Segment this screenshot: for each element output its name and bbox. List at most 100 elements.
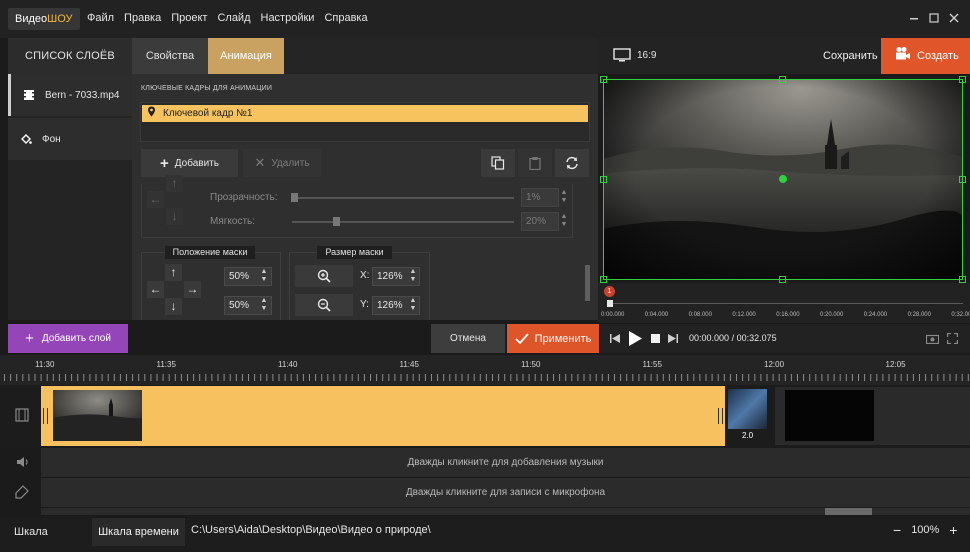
- timeline-tick: [126, 374, 127, 381]
- arrow-up-icon[interactable]: ↑: [166, 175, 183, 192]
- resize-handle-bl[interactable]: [600, 276, 607, 283]
- preview-time-tick: 0:08.000: [688, 312, 712, 318]
- tab-time-scale[interactable]: Шкала времени: [92, 518, 185, 546]
- aspect-ratio-button[interactable]: 16:9: [613, 48, 656, 62]
- preview-progress-track[interactable]: [608, 303, 963, 304]
- keyframe-marker[interactable]: 1: [604, 286, 615, 297]
- add-keyframe-button[interactable]: + Добавить: [141, 149, 238, 177]
- arrow-left-icon[interactable]: ←: [147, 281, 164, 298]
- minimize-icon[interactable]: [906, 10, 922, 26]
- film-icon: [23, 89, 35, 101]
- microphone-track[interactable]: Дважды кликните для записи с микрофона: [41, 478, 970, 507]
- timeline-tick: [22, 374, 24, 381]
- apply-label: Применить: [534, 332, 592, 345]
- zoom-in-button[interactable]: [295, 265, 353, 287]
- play-icon[interactable]: [628, 331, 642, 346]
- menu-edit[interactable]: Правка: [124, 12, 161, 24]
- timeline-tick: [931, 374, 933, 381]
- layer-label: Bern - 7033.mp4: [45, 89, 120, 101]
- opacity-spinner[interactable]: ▲ ▼: [560, 189, 568, 205]
- softness-spinner[interactable]: ▲ ▼: [560, 213, 568, 229]
- project-path: C:\Users\Aida\Desktop\Видео\Видео о прир…: [191, 524, 431, 536]
- timeline-tick: [839, 374, 841, 381]
- menu-help[interactable]: Справка: [324, 12, 367, 24]
- arrow-left-icon[interactable]: ←: [147, 191, 164, 208]
- mask-position-x-spinner[interactable]: ▲ ▼: [260, 268, 268, 284]
- zoom-out-button[interactable]: −: [893, 522, 901, 538]
- timeline-tick: [668, 374, 670, 381]
- timeline-tick: [16, 374, 18, 381]
- skip-back-icon[interactable]: [610, 333, 621, 344]
- timeline-tick: [778, 374, 780, 381]
- close-icon[interactable]: [946, 10, 962, 26]
- mask-size-x-spinner[interactable]: ▲ ▼: [409, 268, 417, 284]
- cancel-button[interactable]: Отмена: [431, 324, 505, 353]
- tab-animation[interactable]: Анимация: [208, 38, 284, 74]
- opacity-value[interactable]: 1%: [521, 188, 559, 207]
- zoom-in-icon: [317, 269, 331, 283]
- resize-handle-l[interactable]: [600, 176, 607, 183]
- timeline-tick: [211, 374, 213, 381]
- add-keyframe-label: Добавить: [174, 157, 219, 169]
- transition-thumbnail[interactable]: [728, 389, 767, 429]
- preview-time-tick: 0:04.000: [644, 312, 669, 318]
- softness-slider-handle[interactable]: [333, 217, 341, 226]
- arrow-right-icon[interactable]: →: [184, 281, 201, 298]
- layer-item-background[interactable]: Фон: [8, 118, 132, 160]
- copy-keyframe-button[interactable]: [481, 149, 515, 177]
- add-layer-button[interactable]: + Добавить слой: [8, 324, 128, 353]
- resize-handle-tl[interactable]: [600, 76, 607, 83]
- camera-icon[interactable]: [926, 333, 939, 344]
- refresh-keyframe-button[interactable]: [555, 149, 589, 177]
- editor-scrollbar[interactable]: [585, 265, 590, 301]
- clip-trim-handle-left[interactable]: [43, 408, 48, 424]
- timeline-tick: [961, 374, 963, 381]
- fullscreen-icon[interactable]: [947, 333, 958, 344]
- mask-position-y-spinner[interactable]: ▲ ▼: [260, 297, 268, 313]
- menu-slide[interactable]: Слайд: [217, 12, 250, 24]
- timeline-tick: [34, 374, 36, 381]
- menu-settings[interactable]: Настройки: [261, 12, 315, 24]
- timeline-clip-black[interactable]: [785, 390, 874, 441]
- clip-trim-handle-right[interactable]: [718, 408, 723, 424]
- timeline-tick: [461, 374, 463, 381]
- arrow-down-icon[interactable]: ↓: [165, 298, 182, 315]
- keyframe-item[interactable]: Ключевой кадр №1: [142, 105, 588, 122]
- delete-keyframe-button[interactable]: ✕ Удалить: [243, 149, 321, 177]
- resize-handle-b[interactable]: [779, 276, 786, 283]
- tab-properties[interactable]: Свойства: [132, 38, 208, 74]
- timeline-tick: [845, 374, 847, 381]
- zoom-in-button[interactable]: +: [949, 522, 957, 538]
- mask-size-y-spinner[interactable]: ▲ ▼: [409, 297, 417, 313]
- stop-icon[interactable]: [651, 334, 660, 343]
- softness-slider-track[interactable]: [292, 221, 514, 223]
- timeline-clip-main[interactable]: [41, 386, 725, 446]
- timeline-tick: [376, 374, 378, 381]
- preview-playhead[interactable]: [607, 300, 613, 307]
- timeline-tick: [760, 374, 762, 381]
- resize-handle-tr[interactable]: [959, 76, 966, 83]
- softness-value[interactable]: 20%: [521, 212, 559, 231]
- opacity-slider-handle[interactable]: [291, 193, 299, 202]
- paste-keyframe-button[interactable]: [518, 149, 552, 177]
- arrow-down-icon[interactable]: ↓: [166, 208, 183, 225]
- mask-center-point[interactable]: [779, 175, 787, 183]
- timeline-scrollbar-thumb[interactable]: [825, 508, 872, 515]
- layer-item-video[interactable]: Bern - 7033.mp4: [8, 74, 132, 116]
- apply-button[interactable]: Применить: [507, 324, 599, 353]
- resize-handle-t[interactable]: [779, 76, 786, 83]
- resize-handle-r[interactable]: [959, 176, 966, 183]
- timeline-tick: [382, 374, 384, 381]
- opacity-slider-track[interactable]: [292, 197, 514, 199]
- timeline-tick: [400, 374, 402, 381]
- skip-forward-icon[interactable]: [667, 333, 678, 344]
- music-track[interactable]: Дважды кликните для добавления музыки: [41, 448, 970, 477]
- arrow-up-icon[interactable]: ↑: [165, 264, 182, 281]
- maximize-icon[interactable]: [926, 10, 942, 26]
- resize-handle-br[interactable]: [959, 276, 966, 283]
- zoom-out-button[interactable]: [295, 294, 353, 316]
- menu-file[interactable]: Файл: [87, 12, 114, 24]
- save-button[interactable]: Сохранить: [823, 50, 878, 62]
- menu-project[interactable]: Проект: [171, 12, 207, 24]
- tab-slide-scale[interactable]: Шкала слайдов: [0, 518, 92, 552]
